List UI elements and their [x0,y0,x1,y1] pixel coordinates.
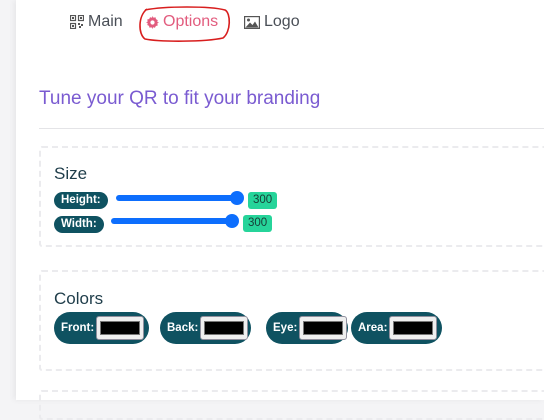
tab-main[interactable]: Main [70,12,123,32]
front-color-label: Front: [61,322,95,334]
width-value: 300 [243,215,273,232]
front-color-swatch [100,321,141,335]
colors-fieldset: Colors Front: Back: Eye: Area: [39,270,544,371]
tab-options-label: Options [163,13,219,30]
next-fieldset [39,390,544,420]
area-color-group: Area: [351,312,442,344]
width-slider[interactable] [111,211,239,231]
back-color-label: Back: [167,322,199,334]
area-color-swatch [393,321,434,335]
qr-code-icon [70,15,84,29]
back-color-picker[interactable] [200,316,249,340]
divider [39,128,544,129]
width-label: Width: [54,216,104,233]
height-label: Height: [54,192,108,209]
height-slider-track [116,195,238,201]
back-color-group: Back: [160,312,251,344]
front-color-picker[interactable] [96,316,145,340]
width-slider-thumb[interactable] [225,214,239,228]
area-color-label: Area: [358,322,388,334]
colors-legend: Colors [54,289,104,308]
eye-color-group: Eye: [266,312,348,344]
height-value: 300 [248,192,278,209]
gear-icon [146,15,159,29]
back-color-swatch [204,321,245,335]
tab-options[interactable]: Options [146,12,218,32]
eye-color-label: Eye: [273,322,298,334]
options-panel: Main Options Logo Tune your QR to fit yo… [16,0,544,420]
page-heading: Tune your QR to fit your branding [39,88,321,109]
size-legend: Size [54,164,88,183]
height-slider-thumb[interactable] [230,191,244,205]
front-color-group: Front: [54,312,149,344]
size-fieldset: Size Height: 300 Width: 300 [39,146,544,247]
width-slider-track [111,218,233,224]
tab-logo[interactable]: Logo [244,12,300,32]
eye-color-swatch [303,321,344,335]
tab-main-label: Main [88,13,123,30]
tab-logo-label: Logo [264,13,300,30]
area-color-picker[interactable] [389,316,438,340]
image-icon [244,15,260,29]
height-slider[interactable] [116,188,244,208]
tab-bar: Main Options Logo [16,0,544,44]
eye-color-picker[interactable] [299,316,348,340]
